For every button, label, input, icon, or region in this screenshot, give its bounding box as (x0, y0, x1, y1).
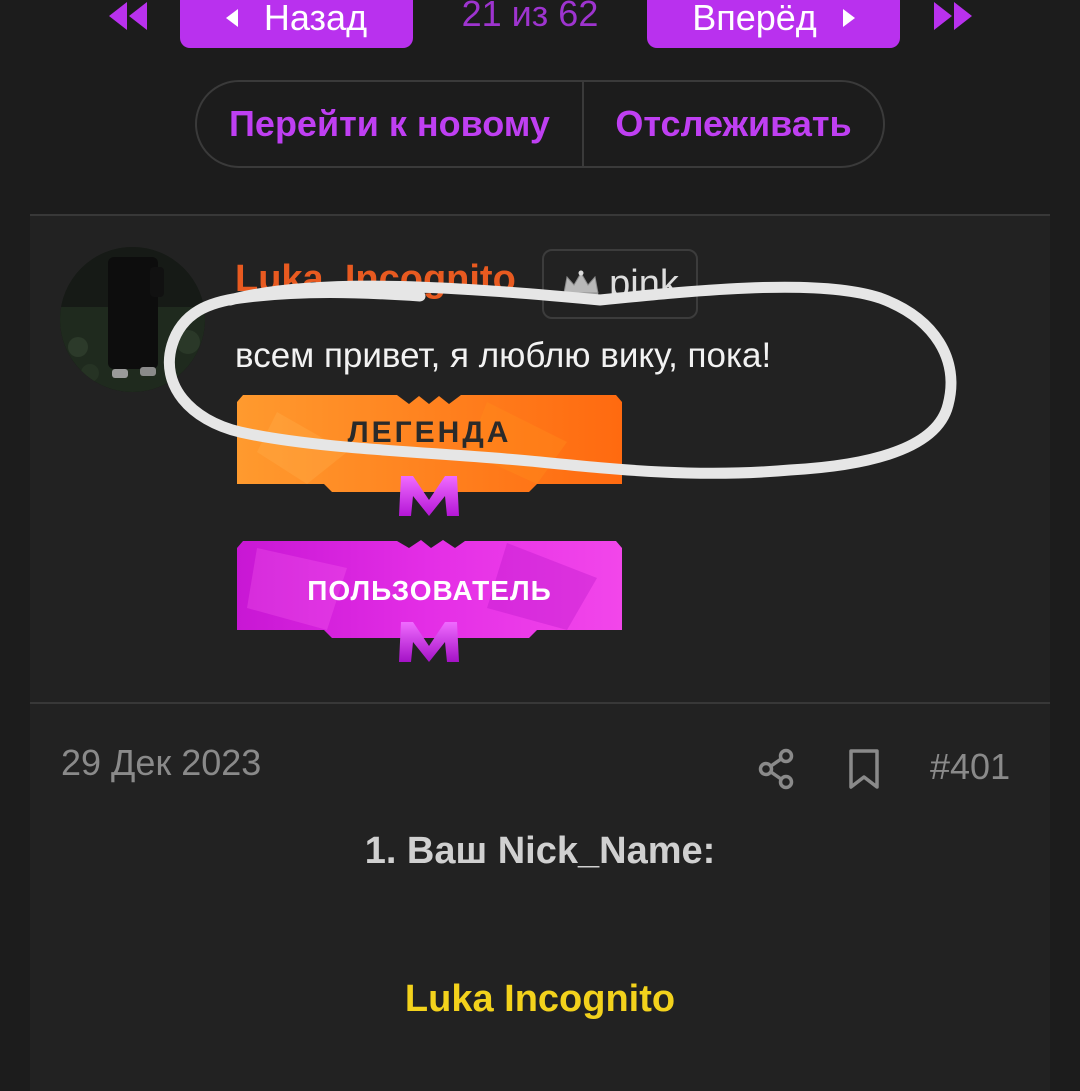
rank-banner-user: ПОЛЬЗОВАТЕЛЬ (237, 538, 622, 668)
caret-right-icon (842, 9, 855, 27)
post-card: Luka_Incognito pink всем привет, я люблю… (30, 214, 1050, 1091)
avatar-photo (60, 247, 205, 392)
post-body-question: 1. Ваш Nick_Name: (364, 830, 716, 872)
user-title-badge: pink (542, 249, 698, 319)
pagination: Назад 21 из 62 Вперёд (0, 0, 1080, 48)
last-page-icon[interactable] (928, 0, 978, 34)
post-number-link[interactable]: #401 (930, 746, 1010, 788)
caret-left-icon (225, 9, 238, 27)
legend-banner-graphic (237, 395, 622, 516)
first-page-icon[interactable] (103, 0, 153, 34)
forum-thread-page: Назад 21 из 62 Вперёд Перейти к новому О… (0, 0, 1080, 1091)
share-icon[interactable] (757, 747, 797, 791)
post-divider (30, 702, 1050, 704)
page-counter: 21 из 62 (461, 0, 599, 34)
rank-label-legend: ЛЕГЕНДА (347, 416, 512, 449)
user-status-text: всем привет, я люблю вику, пока! (235, 336, 772, 375)
watch-thread-button[interactable]: Отслеживать (584, 82, 883, 166)
rank-banner-legend: ЛЕГЕНДА (237, 392, 622, 522)
next-page-label: Вперёд (692, 0, 817, 38)
crown-icon (563, 270, 599, 297)
post-author[interactable]: Luka_Incognito (235, 258, 516, 301)
post-date[interactable]: 29 Дек 2023 (61, 742, 261, 784)
user-title-label: pink (609, 262, 679, 305)
previous-page-label: Назад (263, 0, 368, 38)
rank-label-user: ПОЛЬЗОВАТЕЛЬ (307, 575, 552, 606)
previous-page-button[interactable]: Назад (180, 0, 413, 48)
bookmark-icon[interactable] (847, 748, 881, 790)
thread-actions: Перейти к новому Отслеживать (195, 80, 885, 168)
avatar[interactable] (60, 247, 205, 392)
goto-new-button[interactable]: Перейти к новому (197, 82, 584, 166)
post-body-answer: Luka Incognito (404, 978, 676, 1020)
next-page-button[interactable]: Вперёд (647, 0, 900, 48)
